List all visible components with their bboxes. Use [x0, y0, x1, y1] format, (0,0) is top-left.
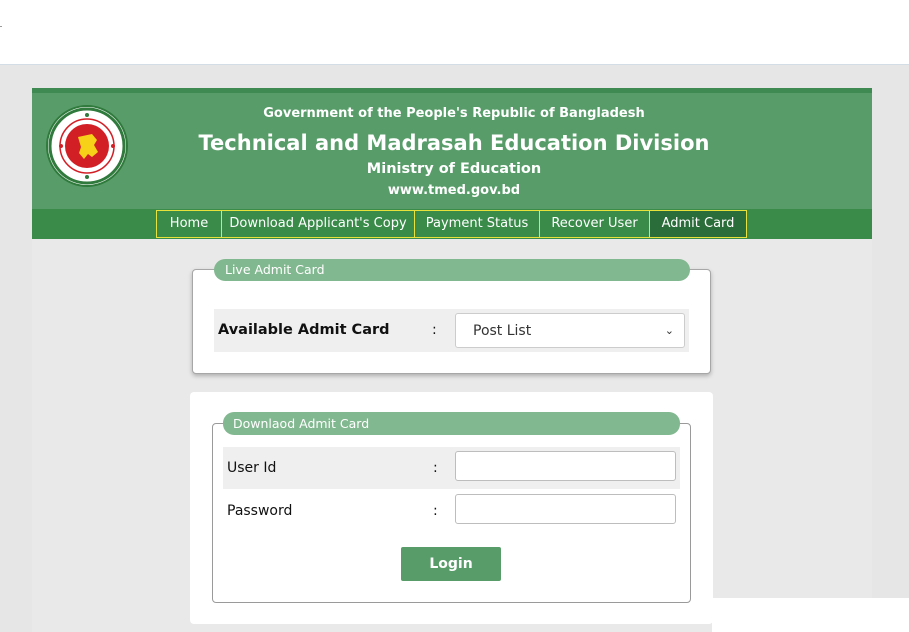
nav-home[interactable]: Home	[156, 210, 222, 238]
nav-admit-card[interactable]: Admit Card	[649, 210, 747, 238]
nav-menu: Home Download Applicant's Copy Payment S…	[156, 210, 747, 238]
password-input[interactable]	[455, 494, 676, 524]
admit-card-select[interactable]: Post List ⌄	[455, 313, 685, 348]
live-admit-card-legend: Live Admit Card	[214, 259, 690, 281]
main-nav: Home Download Applicant's Copy Payment S…	[32, 209, 872, 239]
nav-recover-user[interactable]: Recover User	[539, 210, 650, 238]
login-button[interactable]: Login	[401, 547, 501, 581]
site-title: Technical and Madrasah Education Divisio…	[198, 131, 710, 155]
colon: :	[433, 460, 438, 476]
colon: :	[433, 503, 438, 519]
available-admit-card-label: Available Admit Card	[218, 322, 390, 338]
overlay-patch	[712, 598, 909, 632]
user-id-input[interactable]	[455, 451, 676, 481]
nav-download-applicants-copy[interactable]: Download Applicant's Copy	[221, 210, 415, 238]
colon: :	[432, 322, 437, 338]
site-header: Government of the People's Republic of B…	[32, 88, 872, 209]
download-admit-card-legend: Downlaod Admit Card	[223, 412, 680, 435]
browser-top-area	[0, 0, 909, 64]
edge-mark	[0, 26, 2, 27]
government-text: Government of the People's Republic of B…	[263, 106, 645, 121]
nav-payment-status[interactable]: Payment Status	[414, 210, 540, 238]
password-label: Password	[227, 503, 293, 519]
user-id-label: User Id	[227, 460, 277, 476]
select-value: Post List	[473, 323, 532, 339]
website-url: www.tmed.gov.bd	[387, 183, 521, 198]
ministry-text: Ministry of Education	[366, 161, 542, 177]
chevron-down-icon: ⌄	[664, 324, 674, 337]
